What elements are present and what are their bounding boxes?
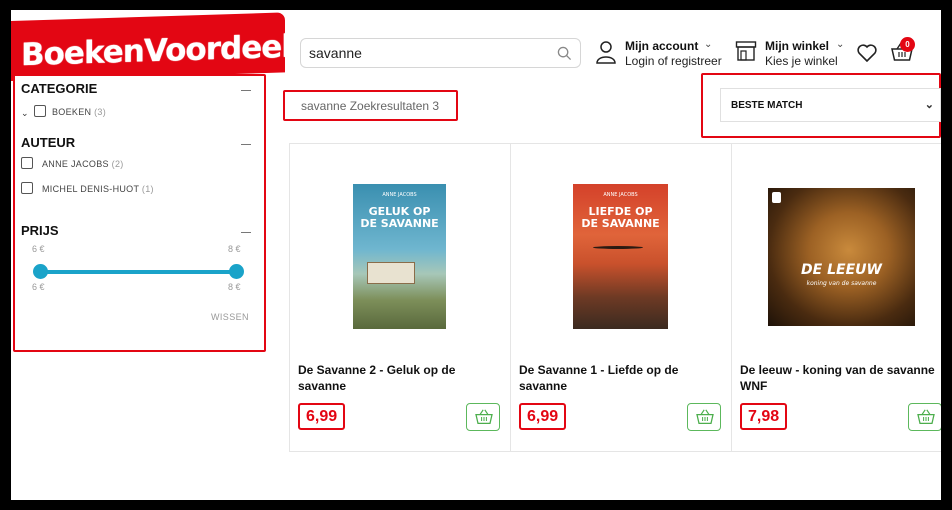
book-cover-image[interactable]: ANNE JACOBS GELUK OP DE SAVANNE (353, 184, 446, 329)
checkbox-boeken[interactable] (34, 105, 46, 117)
filter-sidebar: CATEGORIE ⌄ BOEKEN (3) AUTEUR ANNE JACOB… (13, 74, 266, 352)
product-title[interactable]: De Savanne 1 - Liefde op de savanne (519, 362, 725, 394)
cover-house-shape (367, 262, 415, 284)
search-icon[interactable] (557, 46, 572, 66)
author-option-michel-denis-huot[interactable]: MICHEL DENIS-HUOT (1) (42, 184, 154, 194)
price-filter-title[interactable]: PRIJS (21, 223, 59, 238)
collapse-author-icon[interactable] (241, 144, 251, 145)
option-count: (3) (94, 107, 107, 117)
price-max-value: 8 € (228, 282, 241, 292)
option-label: BOEKEN (52, 107, 92, 117)
add-to-cart-button[interactable] (687, 403, 721, 431)
category-option-boeken[interactable]: BOEKEN (3) (52, 107, 106, 117)
product-price: 6,99 (298, 403, 346, 430)
cover-author: ANNE JACOBS (603, 192, 638, 198)
basket-icon (917, 409, 935, 425)
checkbox-michel-denis-huot[interactable] (21, 182, 33, 194)
price-max-label: 8 € (228, 244, 241, 254)
collapse-category-icon[interactable] (241, 90, 251, 91)
price-slider-track[interactable] (40, 270, 236, 274)
book-cover-image[interactable]: DE LEEUW koning van de savanne (768, 188, 915, 326)
user-icon (596, 40, 616, 69)
product-price: 6,99 (519, 403, 567, 430)
product-title[interactable]: De leeuw - koning van de savanne WNF (740, 362, 941, 394)
search-bar[interactable] (300, 38, 581, 68)
search-input[interactable] (309, 45, 549, 61)
checkbox-anne-jacobs[interactable] (21, 157, 33, 169)
price-slider-min-handle[interactable] (33, 264, 48, 279)
product-card[interactable]: ANNE JACOBS GELUK OP DE SAVANNE De Savan… (289, 143, 511, 452)
price-slider-max-handle[interactable] (229, 264, 244, 279)
store-subtitle: Kies je winkel (765, 54, 838, 68)
account-menu[interactable]: Mijn account ⌄ Login of registreer (596, 39, 726, 69)
category-filter-title[interactable]: CATEGORIE (21, 81, 97, 96)
store-title: Mijn winkel (765, 39, 830, 53)
store-icon (735, 40, 757, 67)
account-title: Mijn account (625, 39, 699, 53)
product-title[interactable]: De Savanne 2 - Geluk op de savanne (298, 362, 504, 394)
price-min-label: 6 € (32, 244, 45, 254)
price-min-value: 6 € (32, 282, 45, 292)
basket-icon (696, 409, 714, 425)
cover-title: LIEFDE OP DE SAVANNE (581, 205, 660, 230)
wwf-logo (772, 192, 781, 203)
cover-title: DE LEEUW (801, 262, 882, 278)
results-count-label: savanne Zoekresultaten 3 (283, 90, 458, 121)
cover-title: GELUK OP DE SAVANNE (360, 205, 439, 230)
chevron-down-icon: ⌄ (836, 39, 845, 50)
sort-select[interactable]: BESTE MATCH ⌄ (720, 88, 941, 122)
collapse-price-icon[interactable] (241, 232, 251, 233)
chevron-down-icon: ⌄ (704, 39, 713, 50)
cover-author: ANNE JACOBS (382, 192, 417, 198)
option-count: (1) (141, 184, 154, 194)
chevron-down-icon[interactable]: ⌄ (21, 108, 29, 119)
basket-icon (475, 409, 493, 425)
store-menu[interactable]: Mijn winkel ⌄ Kies je winkel (735, 39, 855, 69)
book-cover-image[interactable]: ANNE JACOBS LIEFDE OP DE SAVANNE (573, 184, 668, 329)
account-subtitle: Login of registreer (625, 54, 722, 68)
chevron-down-icon: ⌄ (924, 99, 934, 111)
author-filter-title[interactable]: AUTEUR (21, 135, 75, 150)
heart-icon[interactable] (857, 44, 877, 67)
cover-tree-shape (593, 246, 643, 249)
option-label: MICHEL DENIS-HUOT (42, 184, 140, 194)
option-label: ANNE JACOBS (42, 159, 109, 169)
author-option-anne-jacobs[interactable]: ANNE JACOBS (2) (42, 159, 124, 169)
option-count: (2) (111, 159, 124, 169)
add-to-cart-button[interactable] (908, 403, 941, 431)
product-card[interactable]: DE LEEUW koning van de savanne De leeuw … (731, 143, 941, 452)
page: BoekenVoordeel Mijn account ⌄ Login of r… (11, 10, 941, 500)
cart-count-badge: 0 (900, 37, 915, 52)
cover-subtitle: koning van de savanne (806, 280, 877, 287)
add-to-cart-button[interactable] (466, 403, 500, 431)
sort-selected-value: BESTE MATCH (731, 100, 803, 111)
clear-filter-link[interactable]: WISSEN (211, 312, 249, 322)
product-card[interactable]: ANNE JACOBS LIEFDE OP DE SAVANNE De Sava… (510, 143, 732, 452)
product-price: 7,98 (740, 403, 788, 430)
